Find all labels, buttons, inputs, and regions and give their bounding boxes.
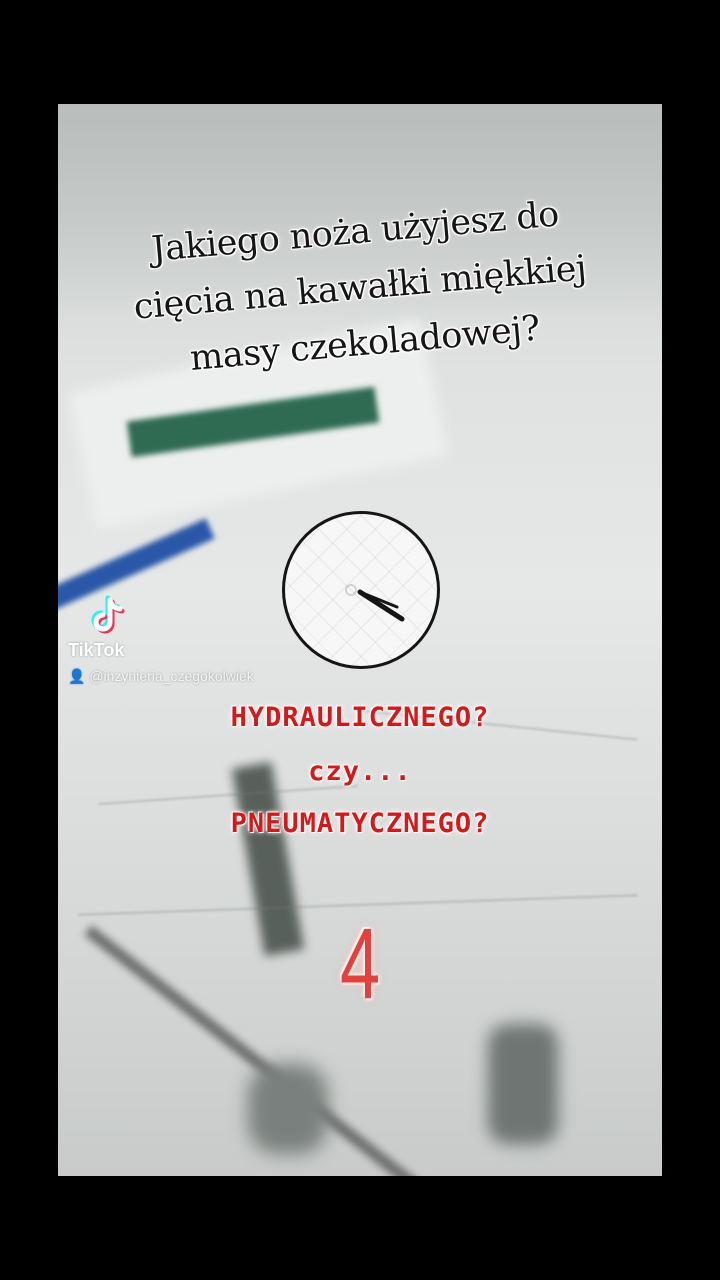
user-icon: 👤 [68, 668, 86, 684]
video-frame[interactable]: Jakiego noża użyjesz do cięcia na kawałk… [58, 104, 662, 1176]
tiktok-username: 👤 @inzynieria_czegokolwiek [68, 668, 254, 685]
background-object [488, 1024, 558, 1144]
answer-option-pneumatic: PNEUMATYCZNEGO? [230, 808, 490, 839]
tiktok-logo-icon [68, 594, 148, 642]
countdown-number: 4 [339, 908, 381, 1020]
answer-separator: czy... [308, 756, 412, 787]
clock-timer-icon [282, 511, 440, 669]
answer-option-hydraulic: HYDRAULICZNEGO? [230, 702, 490, 733]
username-label: @inzynieria_czegokolwiek [89, 668, 254, 684]
background-object [248, 1064, 328, 1154]
clock-hand-graphic [345, 584, 405, 622]
tiktok-brand-label: TikTok [68, 640, 125, 660]
background-line [98, 784, 358, 806]
